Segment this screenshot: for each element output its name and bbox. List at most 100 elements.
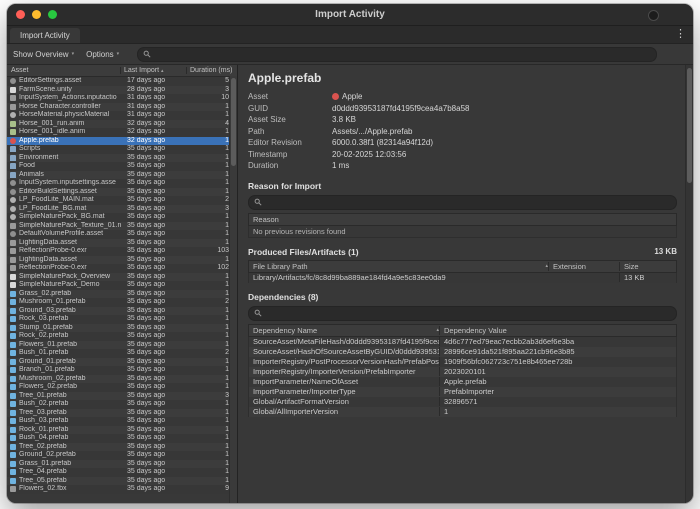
table-row[interactable]: EditorSettings.asset 17 days ago 5 [7, 77, 237, 86]
dependency-name: SourceAsset/MetaFileHash/d0ddd93953187fd… [249, 337, 439, 346]
table-row[interactable]: LightingData.asset 35 days ago 1 [7, 239, 237, 248]
table-row[interactable]: SourceAsset/MetaFileHash/d0ddd93953187fd… [248, 337, 677, 347]
table-row[interactable]: Horse Character.controller 31 days ago 1 [7, 103, 237, 112]
asset-name: DefaultVolumeProfile.asset [19, 230, 127, 239]
table-row[interactable]: Mushroom_02.prefab 35 days ago 1 [7, 375, 237, 384]
show-overview-dropdown[interactable]: Show Overview ▾ [13, 50, 74, 59]
detail-value: Apple [332, 92, 362, 101]
table-row[interactable]: Horse_001_idle.anim 32 days ago 1 [7, 128, 237, 137]
table-row[interactable]: SourceAsset/HashOfSourceAssetByGUID/d0dd… [248, 347, 677, 357]
column-header-file-library-path[interactable]: File Library Path ▴ [249, 262, 548, 271]
close-window-button[interactable] [16, 10, 25, 19]
table-row[interactable]: Grass_02.prefab 35 days ago 1 [7, 290, 237, 299]
table-row[interactable]: Bush_04.prefab 35 days ago 1 [7, 434, 237, 443]
table-row[interactable]: Grass_01.prefab 35 days ago 1 [7, 460, 237, 469]
column-header-asset[interactable]: Asset [7, 67, 120, 74]
asset-list-scrollbar[interactable] [229, 76, 237, 503]
column-header-extension[interactable]: Extension [548, 262, 619, 271]
dependencies-search-input[interactable] [266, 308, 671, 319]
detail-label: GUID [248, 104, 332, 113]
table-row[interactable]: Rock_01.prefab 35 days ago 1 [7, 426, 237, 435]
table-row[interactable]: DefaultVolumeProfile.asset 35 days ago 1 [7, 230, 237, 239]
table-row[interactable]: LP_FoodLite_BG.mat 35 days ago 3 [7, 205, 237, 214]
table-row[interactable]: Flowers_02.fbx 35 days ago 9 [7, 485, 237, 494]
table-row[interactable]: Global/AllImporterVersion 1 [248, 407, 677, 417]
column-header-dependency-value[interactable]: Dependency Value [439, 326, 676, 335]
reason-empty-row: No previous revisions found [248, 226, 677, 238]
asset-icon [10, 231, 16, 237]
table-row[interactable]: ImportParameter/NameOfAsset Apple.prefab [248, 377, 677, 387]
asset-name: Stump_01.prefab [19, 324, 127, 333]
table-row[interactable]: Scripts 35 days ago 1 [7, 145, 237, 154]
table-row[interactable]: ReflectionProbe-0.exr 35 days ago 102 [7, 264, 237, 273]
detail-value-text: 6000.0.38f1 (82314a94f12d) [332, 138, 433, 147]
table-row[interactable]: Tree_01.prefab 35 days ago 3 [7, 392, 237, 401]
table-row[interactable]: FarmScene.unity 28 days ago 3 [7, 86, 237, 95]
search-input[interactable] [155, 49, 651, 60]
record-icon[interactable] [648, 10, 659, 21]
column-header-dependency-name[interactable]: Dependency Name ▴ [249, 326, 439, 335]
tab-import-activity[interactable]: Import Activity [10, 28, 80, 43]
dependency-value: 1 [439, 407, 676, 416]
table-row[interactable]: Stump_01.prefab 35 days ago 1 [7, 324, 237, 333]
table-row[interactable]: ReflectionProbe-0.exr 35 days ago 103 [7, 247, 237, 256]
table-row[interactable]: Library/Artifacts/fc/8c8d99ba889ae184fd4… [248, 273, 677, 283]
table-row[interactable]: LightingData.asset 35 days ago 1 [7, 256, 237, 265]
table-row[interactable]: Ground_01.prefab 35 days ago 1 [7, 358, 237, 367]
table-row[interactable]: SimpleNaturePack_BG.mat 35 days ago 1 [7, 213, 237, 222]
table-row[interactable]: EditorBuildSettings.asset 35 days ago 1 [7, 188, 237, 197]
asset-list-scrollbar-thumb[interactable] [231, 78, 236, 166]
asset-last-import: 35 days ago [127, 409, 189, 418]
table-row[interactable]: Global/ArtifactFormatVersion 32896571 [248, 397, 677, 407]
asset-last-import: 35 days ago [127, 426, 189, 435]
table-row[interactable]: Tree_04.prefab 35 days ago 1 [7, 468, 237, 477]
minimize-window-button[interactable] [32, 10, 41, 19]
table-row[interactable]: Apple.prefab 32 days ago 1 [7, 137, 237, 146]
asset-last-import: 35 days ago [127, 188, 189, 197]
column-header-reason[interactable]: Reason [249, 215, 676, 224]
table-row[interactable]: Horse_001_run.anim 32 days ago 4 [7, 120, 237, 129]
table-row[interactable]: Flowers_01.prefab 35 days ago 1 [7, 341, 237, 350]
table-row[interactable]: Rock_02.prefab 35 days ago 1 [7, 332, 237, 341]
table-row[interactable]: Ground_02.prefab 35 days ago 1 [7, 451, 237, 460]
reason-section: Reason for Import Reason No previous rev… [248, 181, 677, 238]
asset-last-import: 32 days ago [127, 120, 189, 129]
table-row[interactable]: ImportParameter/ImporterType PrefabImpor… [248, 387, 677, 397]
page-title: Apple.prefab [248, 71, 677, 85]
table-row[interactable]: LP_FoodLite_MAIN.mat 35 days ago 2 [7, 196, 237, 205]
table-row[interactable]: Tree_05.prefab 35 days ago 1 [7, 477, 237, 486]
table-row[interactable]: Food 35 days ago 1 [7, 162, 237, 171]
table-row[interactable]: Bush_02.prefab 35 days ago 1 [7, 400, 237, 409]
table-row[interactable]: Ground_03.prefab 35 days ago 1 [7, 307, 237, 316]
asset-last-import: 35 days ago [127, 383, 189, 392]
column-header-duration[interactable]: Duration (ms) [186, 67, 237, 74]
table-row[interactable]: InputSystem_Actions.inputactio 31 days a… [7, 94, 237, 103]
table-row[interactable]: Rock_03.prefab 35 days ago 1 [7, 315, 237, 324]
table-row[interactable]: SimpleNaturePack_Texture_01.n 35 days ag… [7, 222, 237, 231]
table-row[interactable]: Bush_01.prefab 35 days ago 2 [7, 349, 237, 358]
detail-label: Editor Revision [248, 138, 332, 147]
table-row[interactable]: ImporterRegistry/PostProcessorVersionHas… [248, 357, 677, 367]
zoom-window-button[interactable] [48, 10, 57, 19]
kebab-menu-icon[interactable]: ⋮ [675, 28, 686, 41]
reason-search-input[interactable] [266, 197, 671, 208]
table-row[interactable]: Branch_01.prefab 35 days ago 1 [7, 366, 237, 375]
table-row[interactable]: Tree_03.prefab 35 days ago 1 [7, 409, 237, 418]
table-row[interactable]: Tree_02.prefab 35 days ago 1 [7, 443, 237, 452]
table-row[interactable]: ImporterRegistry/ImporterVersion/PrefabI… [248, 367, 677, 377]
asset-name: Apple.prefab [19, 137, 127, 146]
table-row[interactable]: Bush_03.prefab 35 days ago 1 [7, 417, 237, 426]
table-row[interactable]: Flowers_02.prefab 35 days ago 1 [7, 383, 237, 392]
options-dropdown[interactable]: Options ▾ [86, 50, 119, 59]
details-scrollbar-thumb[interactable] [687, 68, 692, 183]
table-row[interactable]: HorseMaterial.physicMaterial 31 days ago… [7, 111, 237, 120]
table-row[interactable]: SimpleNaturePack_Demo 35 days ago 1 [7, 281, 237, 290]
table-row[interactable]: Animals 35 days ago 1 [7, 171, 237, 180]
table-row[interactable]: Environment 35 days ago 1 [7, 154, 237, 163]
table-row[interactable]: SimpleNaturePack_Overview 35 days ago 1 [7, 273, 237, 282]
column-header-last-import[interactable]: Last Import ▴ [120, 67, 186, 74]
table-row[interactable]: InputSystem.inputsettings.asse 35 days a… [7, 179, 237, 188]
table-row[interactable]: Mushroom_01.prefab 35 days ago 2 [7, 298, 237, 307]
details-scrollbar[interactable] [685, 65, 693, 503]
column-header-size[interactable]: Size [619, 262, 676, 271]
